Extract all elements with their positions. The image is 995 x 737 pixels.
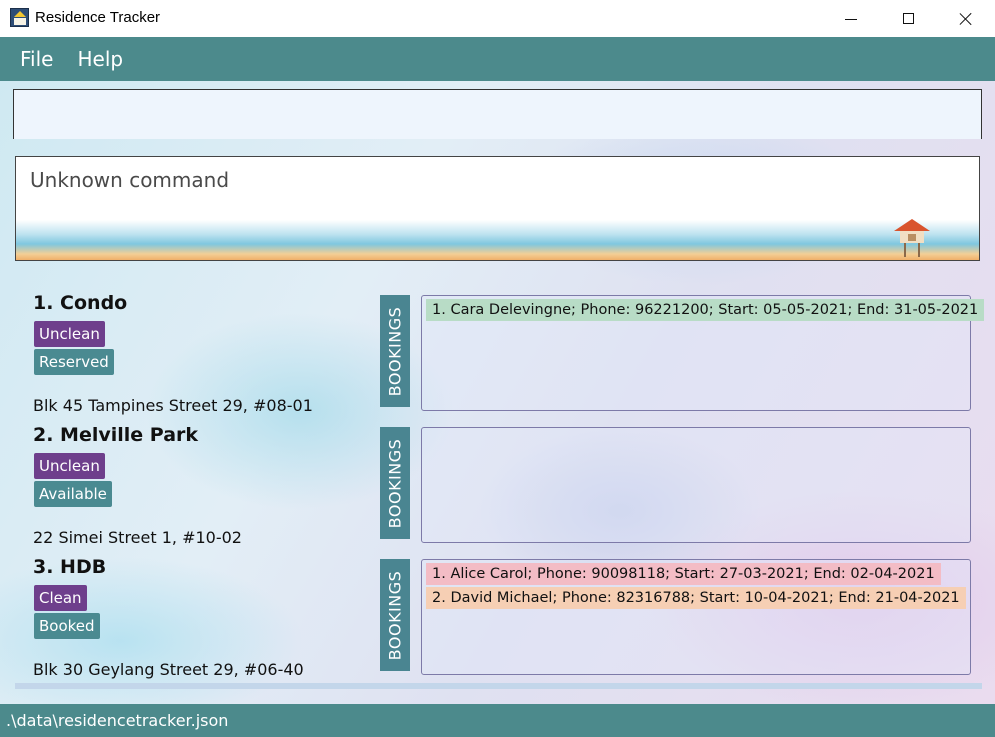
command-input[interactable] bbox=[14, 90, 981, 139]
beach-hut-icon bbox=[894, 219, 930, 257]
house-app-icon bbox=[10, 8, 29, 27]
bookings-label: BOOKINGS bbox=[380, 559, 410, 671]
residence-card[interactable]: 2. Melville Park Unclean Available 22 Si… bbox=[15, 420, 982, 552]
command-box bbox=[13, 89, 982, 139]
list-bottom-strip bbox=[15, 683, 982, 689]
close-button[interactable] bbox=[937, 0, 995, 37]
residence-address: Blk 30 Geylang Street 29, #06-40 bbox=[33, 660, 304, 679]
minimize-icon bbox=[845, 18, 857, 20]
menu-bar: File Help bbox=[0, 37, 995, 81]
bookings-panel[interactable]: 1. Cara Delevingne; Phone: 96221200; Sta… bbox=[421, 295, 985, 411]
booking-item[interactable]: 1. Alice Carol; Phone: 90098118; Start: … bbox=[426, 563, 941, 585]
residence-info: 1. Condo Unclean Reserved Blk 45 Tampine… bbox=[15, 288, 365, 420]
residence-address: 22 Simei Street 1, #10-02 bbox=[33, 528, 242, 547]
maximize-icon bbox=[902, 13, 914, 24]
residence-info: 3. HDB Clean Booked Blk 30 Geylang Stree… bbox=[15, 552, 365, 684]
residence-title: 1. Condo bbox=[33, 292, 128, 314]
residence-title: 2. Melville Park bbox=[33, 424, 199, 446]
residence-info: 2. Melville Park Unclean Available 22 Si… bbox=[15, 420, 365, 552]
bookings-label-text: BOOKINGS bbox=[385, 306, 405, 396]
data-file-path: .\data\residencetracker.json bbox=[6, 711, 229, 730]
booking-status-tag: Available bbox=[34, 481, 112, 507]
booking-item[interactable]: 1. Cara Delevingne; Phone: 96221200; Sta… bbox=[426, 299, 985, 321]
booking-status-tag: Reserved bbox=[34, 349, 114, 375]
clean-status-tag: Unclean bbox=[34, 321, 105, 347]
residence-list: 1. Condo Unclean Reserved Blk 45 Tampine… bbox=[15, 288, 985, 684]
title-bar: Residence Tracker bbox=[0, 0, 995, 37]
menu-help[interactable]: Help bbox=[77, 47, 123, 71]
residence-card[interactable]: 1. Condo Unclean Reserved Blk 45 Tampine… bbox=[15, 288, 985, 420]
booking-status-tag: Booked bbox=[34, 613, 100, 639]
bookings-label: BOOKINGS bbox=[380, 427, 410, 539]
menu-file[interactable]: File bbox=[20, 47, 53, 71]
residence-card[interactable]: 3. HDB Clean Booked Blk 30 Geylang Stree… bbox=[15, 552, 982, 684]
window-title: Residence Tracker bbox=[35, 9, 161, 26]
minimize-button[interactable] bbox=[822, 0, 880, 37]
clean-status-tag: Unclean bbox=[34, 453, 105, 479]
residence-address: Blk 45 Tampines Street 29, #08-01 bbox=[33, 396, 313, 415]
bookings-label-text: BOOKINGS bbox=[385, 438, 405, 528]
status-bar: .\data\residencetracker.json bbox=[0, 704, 995, 737]
result-display: Unknown command bbox=[15, 156, 980, 261]
bookings-panel[interactable] bbox=[421, 427, 971, 543]
booking-item[interactable]: 2. David Michael; Phone: 82316788; Start… bbox=[426, 587, 966, 609]
residence-title: 3. HDB bbox=[33, 556, 107, 578]
bookings-panel[interactable]: 1. Alice Carol; Phone: 90098118; Start: … bbox=[421, 559, 971, 675]
beach-illustration bbox=[16, 220, 979, 260]
maximize-button[interactable] bbox=[879, 0, 937, 37]
bookings-label: BOOKINGS bbox=[380, 295, 410, 407]
close-icon bbox=[959, 12, 973, 26]
result-message: Unknown command bbox=[30, 168, 230, 192]
bookings-label-text: BOOKINGS bbox=[385, 570, 405, 660]
clean-status-tag: Clean bbox=[34, 585, 87, 611]
